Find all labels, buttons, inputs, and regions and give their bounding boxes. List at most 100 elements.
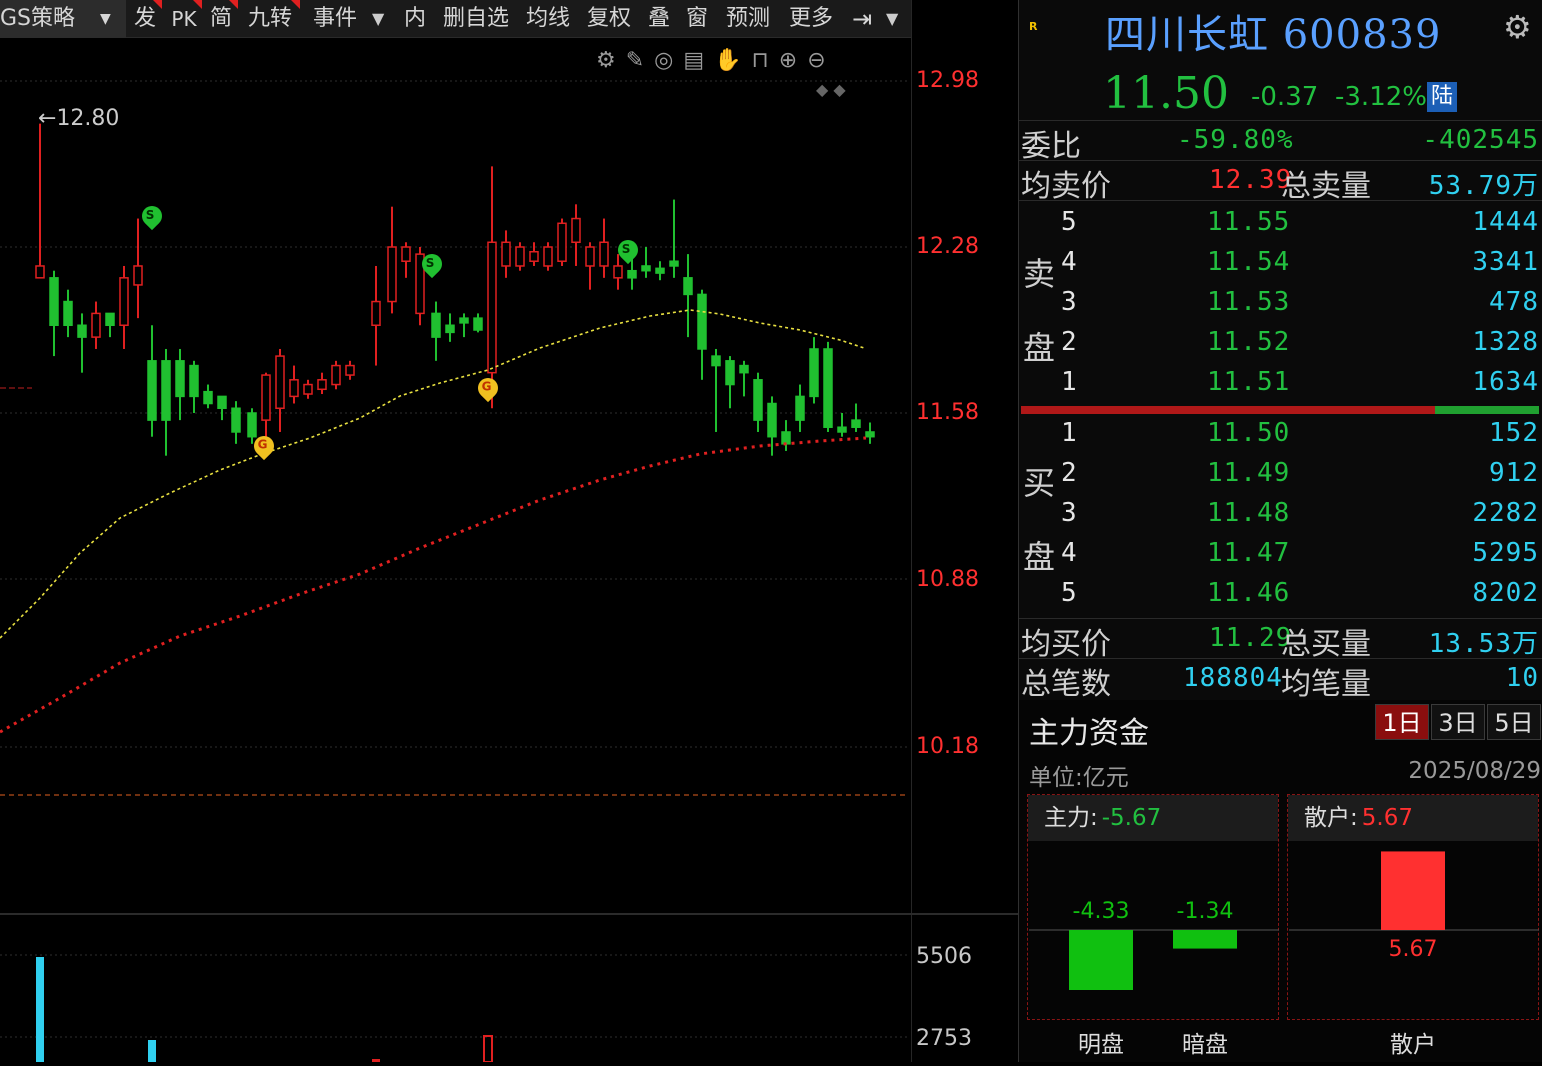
book-level: 2 — [1061, 327, 1077, 357]
order-book-row[interactable]: 4 11.54 3341 — [1019, 243, 1542, 283]
toolbar-menu-caret[interactable]: ▼ — [886, 0, 898, 38]
toolbar-btn-remove-watchlist[interactable]: 删自选 — [436, 0, 516, 38]
volume-svg — [0, 954, 908, 1063]
book-volume: 3341 — [1472, 247, 1539, 277]
toolbar-btn-overlay[interactable]: 叠 — [642, 0, 676, 38]
candle-body — [823, 348, 833, 428]
toolbar-dropdown-caret[interactable]: ▼ — [372, 0, 384, 38]
chevron-down-icon: ▼ — [100, 11, 111, 27]
toolbar-btn-simple[interactable]: 简 — [204, 0, 238, 38]
order-book-row[interactable]: 5 11.46 8202 — [1019, 574, 1542, 614]
toolbar-btn-events[interactable]: 事件 — [304, 0, 366, 38]
flow-category-label: 明盘 — [1078, 1032, 1124, 1058]
candle-body — [669, 260, 679, 267]
flow-value-label: -4.33 — [1073, 899, 1130, 924]
book-volume: 1444 — [1472, 207, 1539, 237]
scroll-diamonds-icon[interactable]: ◆ ◆ — [816, 80, 846, 99]
book-price: 11.46 — [1207, 578, 1291, 608]
book-volume: 2282 — [1472, 498, 1539, 528]
candle-body — [767, 402, 777, 438]
book-price: 11.51 — [1207, 367, 1291, 397]
toolbar-btn-jiuzhuan[interactable]: 九转 — [240, 0, 300, 38]
volume-tick: 2753 — [916, 1026, 972, 1051]
gear-icon[interactable]: ⚙ — [1503, 8, 1532, 46]
candle-body — [231, 407, 241, 433]
settings-icon[interactable]: ⚙ — [596, 48, 616, 73]
zoom-in-icon[interactable]: ⊕ — [779, 48, 797, 73]
candle-body — [655, 267, 665, 274]
stock-name: 四川长虹 — [1105, 12, 1269, 58]
book-volume: 152 — [1489, 418, 1539, 448]
avg-sell-row: 均卖价 12.39 总卖量 53.79万 — [1019, 160, 1542, 204]
strategy-selector[interactable]: GS策略 ▼ — [0, 0, 126, 38]
volume-tick: 5506 — [916, 944, 972, 969]
candle-body — [91, 312, 101, 338]
order-book-row[interactable]: 1 11.51 1634 — [1019, 363, 1542, 403]
book-level: 4 — [1061, 538, 1077, 568]
candle-body — [119, 277, 129, 327]
flow-category-label: 散户 — [1390, 1032, 1436, 1058]
flow-value-label: 5.67 — [1389, 937, 1438, 962]
order-book-row[interactable]: 2 11.49 912 — [1019, 454, 1542, 494]
quote-header: R 四川长虹 600839 ⚙ 11.50 -0.37 -3.12% 陆 — [1019, 0, 1542, 120]
order-book-row[interactable]: 3 11.48 2282 — [1019, 494, 1542, 534]
toolbar-btn-pk[interactable]: PK — [166, 0, 202, 38]
candle-body — [837, 426, 847, 433]
candle-body — [599, 241, 609, 267]
candle-body — [345, 364, 355, 376]
lock-icon[interactable]: ⊓ — [752, 48, 769, 73]
toolbar-btn-forecast[interactable]: 预测 — [718, 0, 778, 38]
candle-body — [317, 379, 327, 391]
volume-pane[interactable] — [0, 915, 912, 1063]
candle-body — [371, 300, 381, 327]
capital-flow-bars: -4.33 明盘 -1.34 暗盘 5.67 散户 — [1029, 851, 1539, 1058]
candle-body — [331, 364, 341, 386]
price-tick: 12.98 — [916, 68, 979, 93]
book-volume: 478 — [1489, 287, 1539, 317]
box-icon[interactable]: ▤ — [683, 48, 704, 73]
candle-body — [781, 431, 791, 445]
order-book-row[interactable]: 2 11.52 1328 — [1019, 323, 1542, 363]
ask-ratio-bar — [1021, 406, 1435, 414]
candle-body — [487, 241, 497, 374]
book-level: 5 — [1061, 207, 1077, 237]
price-tick: 10.88 — [916, 567, 979, 592]
candle-body — [303, 383, 313, 395]
book-volume: 912 — [1489, 458, 1539, 488]
order-book-row[interactable]: 1 11.50 152 — [1019, 414, 1542, 454]
candle-body — [161, 360, 171, 421]
eye-icon[interactable]: ◎ — [654, 48, 673, 73]
chart-toolbar: GS策略 ▼ 发 PK 简 九转 事件 ▼ 内 删自选 均线 复权 叠 窗 预测… — [0, 0, 912, 38]
toolbar-btn-inner[interactable]: 内 — [398, 0, 432, 38]
zoom-out-icon[interactable]: ⊖ — [807, 48, 825, 73]
candle-body — [275, 355, 285, 410]
candle-body — [105, 312, 115, 327]
candle-body — [571, 217, 581, 244]
candle-body — [683, 277, 693, 296]
book-level: 2 — [1061, 458, 1077, 488]
book-level: 4 — [1061, 247, 1077, 277]
order-book-row[interactable]: 4 11.47 5295 — [1019, 534, 1542, 574]
toolbar-btn-adjust[interactable]: 复权 — [580, 0, 638, 38]
high-price-marker: ←12.80 — [38, 106, 120, 131]
flow-category-label: 暗盘 — [1182, 1032, 1228, 1058]
collapse-arrow-icon[interactable]: ⇥ — [844, 0, 880, 38]
book-level: 5 — [1061, 578, 1077, 608]
candle-body — [697, 293, 707, 350]
toolbar-btn-window[interactable]: 窗 — [680, 0, 714, 38]
toolbar-btn-fa[interactable]: 发 — [128, 0, 162, 38]
candle-body — [739, 364, 749, 374]
hand-icon[interactable]: ✋ — [714, 48, 741, 73]
book-price: 11.52 — [1207, 327, 1291, 357]
pen-icon[interactable]: ✎ — [626, 48, 644, 73]
toolbar-btn-ma[interactable]: 均线 — [520, 0, 576, 38]
candle-body — [613, 265, 623, 279]
ask-book: 卖 盘 5 11.55 1444 4 11.54 3341 3 11.53 478 2 11.52 1… — [1019, 200, 1542, 406]
toolbar-btn-more[interactable]: 更多 — [782, 0, 840, 38]
order-book-row[interactable]: 3 11.53 478 — [1019, 283, 1542, 323]
candle-body — [289, 379, 299, 398]
order-book-row[interactable]: 5 11.55 1444 — [1019, 203, 1542, 243]
candlestick-chart[interactable]: ⚙ ✎ ◎ ▤ ✋ ⊓ ⊕ ⊖ ◆ ◆ ←12.80 SSSGG — [0, 38, 912, 914]
candle-body — [809, 348, 819, 398]
book-price: 11.55 — [1207, 207, 1291, 237]
